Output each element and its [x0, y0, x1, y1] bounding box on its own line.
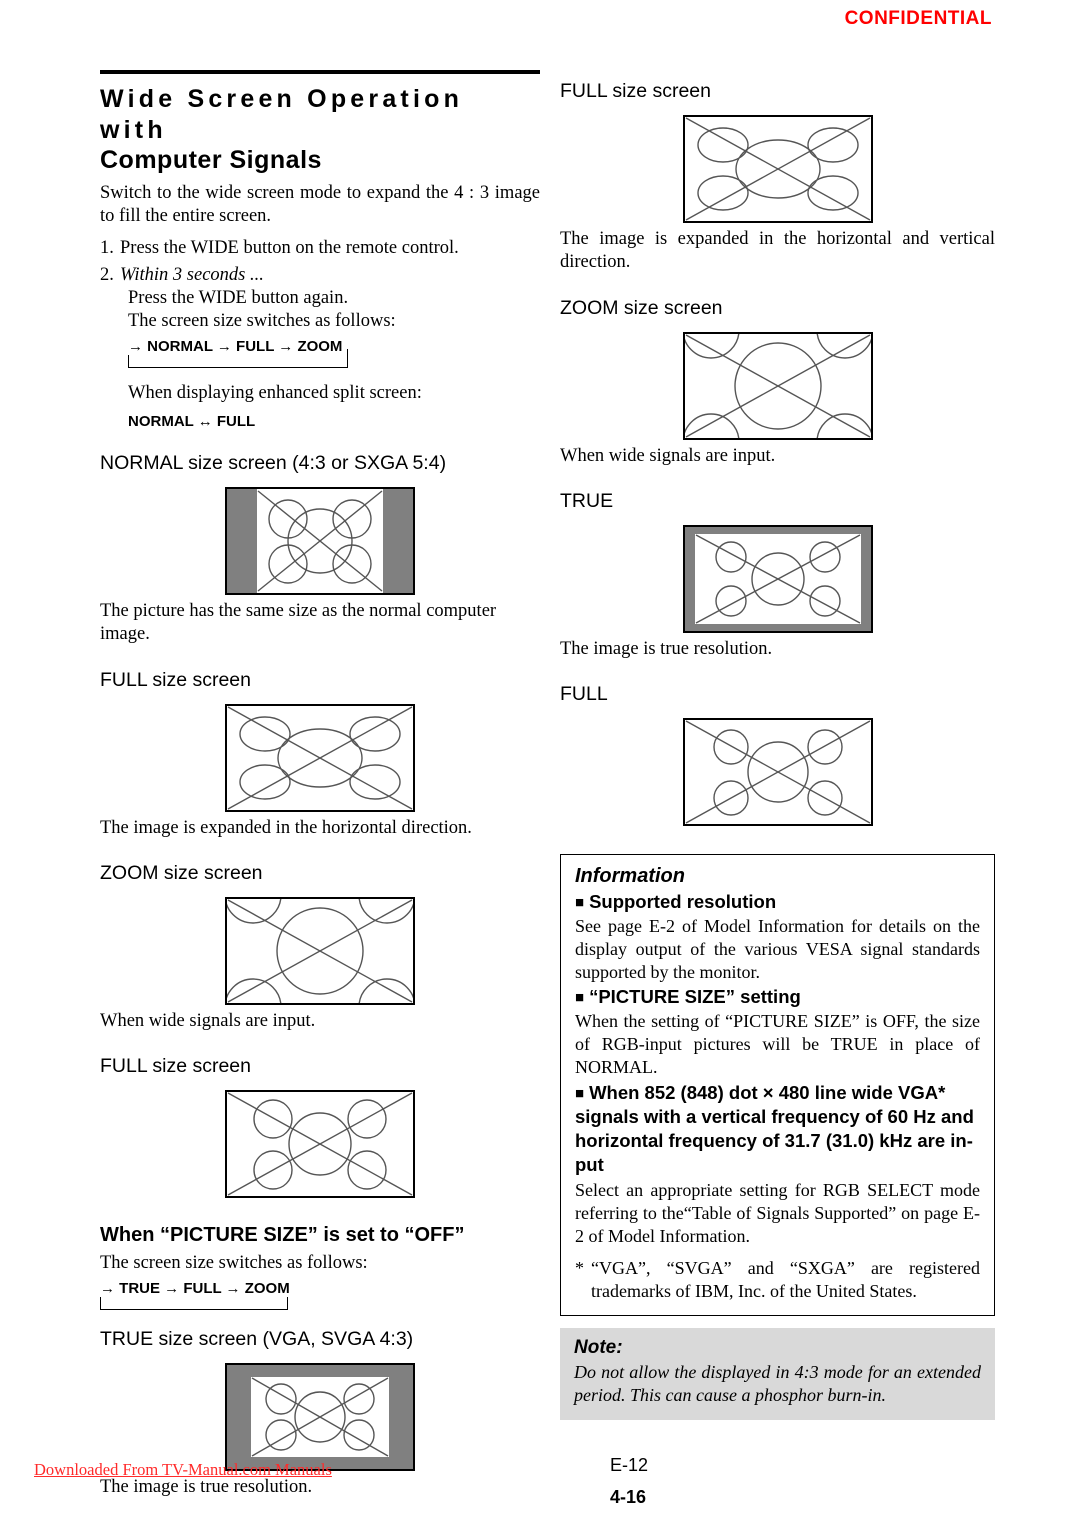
information-head-3-text: When 852 (848) dot × 480 line wide VGA* … [575, 1082, 974, 1176]
page-title: Wide Screen Operation with Computer Sign… [100, 84, 540, 176]
desc-normal: The picture has the same size as the nor… [100, 601, 497, 645]
r-desc-zoom: When wide signals are input. [560, 445, 776, 466]
r-diagram-zoom-size-screen [682, 331, 873, 440]
step-2-number: 2. [100, 265, 114, 286]
diagram-full-size-screen-1 [225, 703, 415, 812]
note-title: Note: [574, 1336, 623, 1358]
diagram-full-size-screen-2 [225, 1090, 415, 1199]
page-number-e: E-12 [610, 1455, 649, 1475]
information-box: Information ■ Supported resolution See pa… [560, 854, 995, 1316]
r-diagram-full-2 [682, 718, 873, 827]
split-screen-note: When displaying enhanced split screen: [128, 382, 422, 403]
footnote-star: * [575, 1258, 584, 1279]
square-bullet-icon-2: ■ [575, 989, 585, 1007]
desc-zoom: When wide signals are input. [100, 1010, 316, 1031]
left-column: Wide Screen Operation with Computer Sign… [100, 70, 540, 1499]
cycle-true-full-zoom: → TRUE → FULL → ZOOM [100, 1279, 540, 1310]
r-caption-zoom-size-screen: ZOOM size screen [560, 296, 723, 319]
information-head-wide-vga: ■ When 852 (848) dot × 480 line wide VGA*… [575, 1081, 980, 1177]
step-2-text: Within 3 seconds ... [120, 265, 264, 286]
caption-normal-size-screen: NORMAL size screen (4:3 or SXGA 5:4) [100, 452, 447, 475]
information-footnote: * “VGA”, “SVGA” and “SXGA” are registere… [575, 1257, 980, 1302]
title-rule [100, 70, 540, 74]
step-2-detail-line1: Press the WIDE button again. [128, 288, 349, 309]
information-paragraph-1: See page E-2 of Model Information for de… [575, 916, 980, 982]
cycle-normal-full-zoom: → NORMAL → FULL → ZOOM [128, 337, 540, 368]
note-box: Note: Do not allow the displayed in 4:3 … [560, 1327, 995, 1420]
information-paragraph-2: When the setting of “PICTURE SIZE” is OF… [575, 1011, 980, 1077]
caption-full-size-screen-1: FULL size screen [100, 668, 252, 691]
step-2-detail-line2: The screen size switches as follows: [128, 311, 396, 332]
off-switch-line: The screen size switches as follows: [100, 1253, 368, 1274]
intro-paragraph: Switch to the wide screen mode to expand… [100, 182, 540, 226]
page-number-section: 4-16 [610, 1487, 647, 1507]
manual-page: CONFIDENTIAL Wide Screen Operation with … [0, 0, 1080, 1528]
r-desc-true: The image is true resolution. [560, 638, 773, 659]
confidential-stamp: CONFIDENTIAL [844, 8, 992, 29]
cycle-true-full-zoom-label: → TRUE → FULL → ZOOM [100, 1279, 293, 1297]
step-1: 1. Press the WIDE button on the remote c… [100, 236, 540, 260]
information-head-2-text: “PICTURE SIZE” setting [589, 986, 801, 1008]
caption-true-size-screen: TRUE size screen (VGA, SVGA 4:3) [100, 1327, 414, 1350]
step-2: 2. Within 3 seconds ... [100, 263, 540, 287]
heading-picture-size-off: When “PICTURE SIZE” is set to “OFF” [100, 1224, 465, 1247]
footnote-text: “VGA”, “SVGA” and “SXGA” are registered … [591, 1258, 980, 1302]
information-title: Information [575, 865, 685, 888]
square-bullet-icon: ■ [575, 894, 585, 912]
square-bullet-icon-3: ■ [575, 1085, 585, 1103]
caption-full-size-screen-2: FULL size screen [100, 1055, 252, 1078]
cycle-normal-full: NORMAL ↔ FULL [128, 413, 256, 431]
diagram-true-size-screen [225, 1362, 415, 1471]
page-title-line2: Computer Signals [100, 146, 322, 174]
step-2-detail: Press the WIDE button again. The screen … [128, 287, 540, 405]
information-head-picture-size-setting: ■ “PICTURE SIZE” setting [575, 986, 980, 1008]
steps-list: 1. Press the WIDE button on the remote c… [100, 236, 540, 287]
cycle-normal-full-zoom-label: → NORMAL → FULL → ZOOM [128, 337, 346, 355]
r-caption-full-size-screen: FULL size screen [560, 80, 712, 102]
r-caption-true: TRUE [560, 489, 614, 512]
diagram-zoom-size-screen [225, 896, 415, 1005]
information-head-supported-resolution: ■ Supported resolution [575, 891, 980, 913]
r-desc-full: The image is expanded in the horizontal … [560, 229, 995, 273]
note-text: Do not allow the displayed in 4:3 mode f… [574, 1361, 981, 1406]
step-1-text: Press the WIDE button on the remote cont… [120, 238, 459, 259]
r-diagram-full-size-screen [682, 115, 873, 223]
information-head-1-text: Supported resolution [589, 891, 777, 913]
diagram-normal-size-screen [225, 487, 415, 596]
download-watermark-link[interactable]: Downloaded From TV-Manual.com Manuals [34, 1460, 332, 1480]
r-diagram-true [682, 524, 873, 633]
step-1-number: 1. [100, 238, 114, 259]
right-column: FULL size screen The image is expanded i… [560, 80, 995, 1420]
information-paragraph-3: Select an appropriate setting for RGB SE… [575, 1180, 980, 1246]
desc-full-1: The image is expanded in the horizontal … [100, 817, 472, 838]
caption-zoom-size-screen: ZOOM size screen [100, 861, 263, 884]
page-title-line1: Wide Screen Operation with [100, 85, 464, 144]
r-caption-full-2: FULL [560, 683, 608, 706]
